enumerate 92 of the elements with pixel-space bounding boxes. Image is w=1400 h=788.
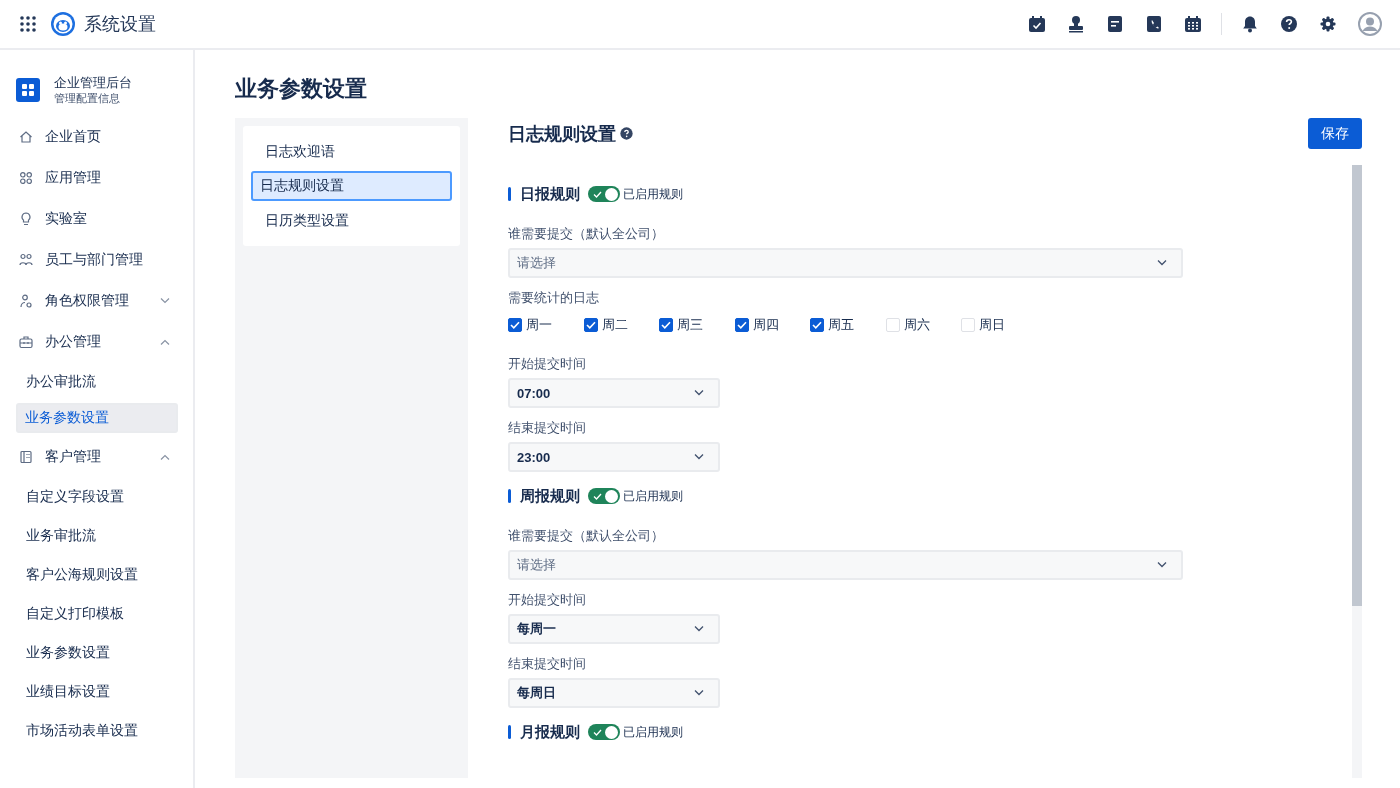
field-label: 开始提交时间 [508,355,586,373]
select-field[interactable]: 请选择 [508,248,1183,278]
chevron-down-icon [694,626,704,632]
checkbox-label: 周一 [526,316,552,334]
org-subtitle: 管理配置信息 [54,91,121,106]
checkbox[interactable] [508,318,522,332]
calendar-icon[interactable] [1184,15,1202,33]
toggle-switch[interactable] [588,724,620,740]
check-icon [593,190,602,198]
scrollbar[interactable] [1352,165,1362,778]
sidebar-item[interactable]: 员工与部门管理 [16,239,178,280]
check-icon [593,492,602,500]
select-field[interactable]: 23:00 [508,442,720,472]
sidebar-item[interactable]: 客户管理 [16,436,178,477]
field-label: 结束提交时间 [508,655,586,673]
toggle-switch[interactable] [588,186,620,202]
field-label: 谁需要提交（默认全公司） [508,225,664,243]
field-label: 开始提交时间 [508,591,586,609]
sidebar-subitem[interactable]: 客户公海规则设置 [16,557,178,593]
sidebar-item[interactable]: 实验室 [16,198,178,239]
toggle-switch[interactable] [588,488,620,504]
home-icon [19,129,33,144]
document-icon[interactable] [1106,15,1124,33]
sidebar-item[interactable]: 办公管理 [16,321,178,362]
accent-bar [508,187,511,201]
checkbox[interactable] [734,318,749,332]
sidebar-subitem[interactable]: 办公审批流 [16,364,178,400]
checkbox[interactable] [810,318,824,332]
app-title: 系统设置 [84,13,156,36]
people-icon [19,252,33,267]
save-button[interactable]: 保存 [1308,118,1362,149]
checkbox-label: 周五 [828,316,854,334]
accent-bar [508,489,511,503]
select-field[interactable]: 每周日 [508,678,720,708]
rule-status: 已启用规则 [623,487,683,505]
org-name: 企业管理后台 [54,74,132,91]
chevron-down-icon [694,690,704,696]
bulb-icon [19,211,33,226]
settings-icon[interactable] [1319,15,1337,33]
checkbox-label: 周二 [601,316,628,334]
subnav-item[interactable]: 日志欢迎语 [251,134,452,169]
calendar-check-icon[interactable] [1028,15,1046,33]
help-icon[interactable] [620,127,633,140]
subnav-item[interactable]: 日历类型设置 [251,203,452,238]
person-icon [19,293,33,308]
field-label: 需要统计的日志 [508,289,599,307]
select-field[interactable]: 每周一 [508,614,720,644]
org-logo-icon [16,78,40,102]
rule-title: 日报规则 [520,184,580,204]
field-label: 结束提交时间 [508,419,586,437]
phone-book-icon[interactable] [1145,15,1163,33]
stamp-icon[interactable] [1067,15,1085,33]
subnav-item[interactable]: 日志规则设置 [251,171,452,201]
chevron-down-icon [1157,562,1167,568]
sidebar-subitem[interactable]: 业务参数设置 [16,403,178,433]
chevron-down-icon [694,390,704,396]
bell-icon[interactable] [1241,15,1259,33]
checkbox-label: 周四 [752,316,779,334]
check-icon [593,728,602,736]
chevron-down-icon [1157,260,1167,266]
sidebar-item[interactable]: 角色权限管理 [16,280,178,321]
rule-title: 周报规则 [520,486,580,506]
avatar-icon[interactable] [1358,12,1382,36]
rule-status: 已启用规则 [623,723,683,741]
sidebar-subitem[interactable]: 业务参数设置 [16,635,178,671]
app-grid-icon[interactable] [20,16,36,32]
building-icon [19,449,33,464]
field-label: 谁需要提交（默认全公司） [508,527,664,545]
rule-status: 已启用规则 [623,185,683,203]
checkbox[interactable] [583,318,598,332]
checkbox-label: 周日 [979,316,1005,334]
sidebar-subitem[interactable]: 市场活动表单设置 [16,713,178,749]
scrollbar-thumb[interactable] [1352,165,1362,606]
checkbox[interactable] [659,318,673,332]
section-title: 日志规则设置 [508,122,616,146]
checkbox-label: 周三 [677,316,703,334]
rule-title: 月报规则 [520,722,580,742]
chevron-down-icon [694,454,704,460]
checkbox-label: 周六 [903,316,930,334]
sidebar-subitem[interactable]: 自定义字段设置 [16,479,178,515]
case-icon [19,334,33,349]
sidebar-item[interactable]: 企业首页 [16,116,178,157]
accent-bar [508,725,511,739]
select-field[interactable]: 请选择 [508,550,1183,580]
apps-icon [19,170,33,185]
sidebar-item[interactable]: 应用管理 [16,157,178,198]
sidebar-subitem[interactable]: 业绩目标设置 [16,674,178,710]
help-icon[interactable] [1280,15,1298,33]
page-title: 业务参数设置 [235,75,368,103]
sidebar-subitem[interactable]: 自定义打印模板 [16,596,178,632]
sidebar-subitem[interactable]: 业务审批流 [16,518,178,554]
select-field[interactable]: 07:00 [508,378,720,408]
